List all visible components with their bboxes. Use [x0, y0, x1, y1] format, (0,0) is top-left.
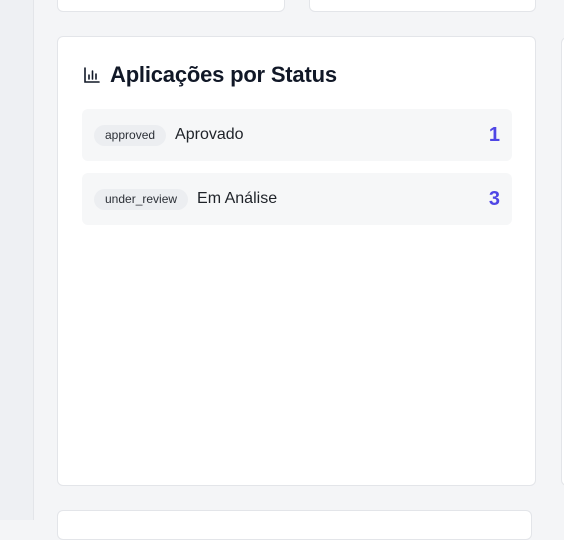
- status-count: 3: [488, 187, 500, 210]
- status-row-under-review: under_review Em Análise 3: [82, 173, 512, 225]
- status-count: 1: [488, 123, 500, 146]
- bar-chart-icon: [84, 67, 100, 83]
- status-list: approved Aprovado 1 under_review Em Anál…: [82, 109, 512, 237]
- status-row-approved: approved Aprovado 1: [82, 109, 512, 161]
- top-card-left: [57, 0, 285, 12]
- status-label: Em Análise: [197, 190, 278, 207]
- bottom-card: [57, 510, 532, 540]
- status-label: Aprovado: [175, 126, 244, 143]
- status-tag: approved: [94, 124, 167, 146]
- status-tag: under_review: [94, 188, 189, 210]
- card-header: Aplicações por Status: [83, 60, 337, 90]
- applications-by-status-card: Aplicações por Status approved Aprovado …: [57, 36, 536, 486]
- sidebar-edge: [0, 0, 34, 520]
- top-card-right: [309, 0, 536, 12]
- card-title: Aplicações por Status: [110, 62, 337, 87]
